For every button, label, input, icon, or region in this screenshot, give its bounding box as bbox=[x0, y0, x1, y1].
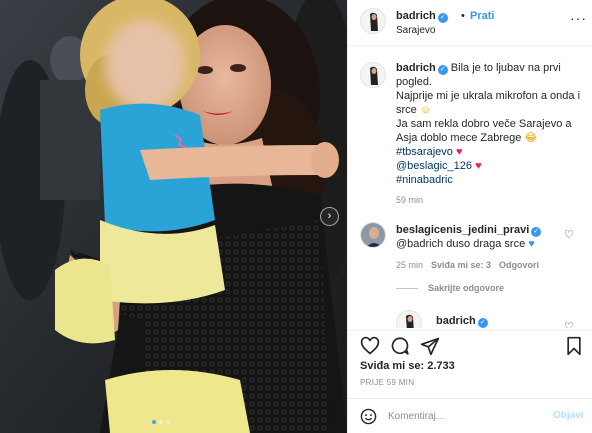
comment-username[interactable]: beslagicenis_jedini_pravi bbox=[396, 224, 529, 236]
verified-badge-icon: ✓ bbox=[437, 65, 448, 75]
action-bar bbox=[348, 330, 592, 360]
likes-count[interactable]: Sviđa mi se: 2.733 bbox=[360, 360, 455, 372]
caption-line: Ja sam rekla dobro veče Sarajevo a Asja … bbox=[396, 118, 572, 144]
photo-illustration bbox=[0, 0, 347, 433]
blue-heart-icon: ♥ bbox=[528, 238, 535, 250]
avatar[interactable] bbox=[360, 222, 386, 248]
carousel-dot bbox=[166, 420, 170, 424]
hide-replies-button[interactable]: Sakrijte odgovore bbox=[396, 283, 504, 293]
emoji-picker-icon[interactable] bbox=[360, 408, 377, 425]
bookmark-icon[interactable] bbox=[564, 336, 584, 356]
verified-badge-icon: ✓ bbox=[437, 13, 448, 23]
comment-meta: 25 min Sviđa mi se: 3 Odgovori bbox=[396, 260, 539, 270]
hashtag-link[interactable]: #ninabadric bbox=[396, 174, 453, 186]
heart-icon[interactable] bbox=[360, 336, 380, 356]
comment-timestamp[interactable]: 25 min bbox=[396, 260, 423, 270]
smile-emoji-icon: ☺ bbox=[419, 104, 432, 116]
carousel-dots bbox=[152, 420, 170, 424]
caption-timestamp[interactable]: 59 min bbox=[396, 195, 423, 205]
separator-dot: • bbox=[461, 10, 465, 22]
carousel-dot bbox=[159, 420, 163, 424]
location-link[interactable]: Sarajevo bbox=[396, 25, 435, 36]
hashtag-link[interactable]: #tbsarajevo bbox=[396, 146, 453, 158]
comment-like-icon[interactable]: ♡ bbox=[564, 320, 574, 328]
red-heart-icon: ♥ bbox=[455, 146, 463, 158]
caption-text: badrich ✓ Bila je to ljubav na prvi pogle… bbox=[396, 61, 586, 187]
laughing-emoji-icon: 😂 bbox=[524, 132, 538, 144]
comment-input[interactable] bbox=[388, 408, 548, 424]
caption-username[interactable]: badrich bbox=[396, 62, 436, 74]
comment-like-icon[interactable]: ♡ bbox=[564, 228, 574, 241]
share-icon[interactable] bbox=[420, 336, 440, 356]
avatar[interactable] bbox=[360, 62, 386, 88]
more-options-icon[interactable]: ··· bbox=[570, 10, 587, 26]
post-photo[interactable]: › bbox=[0, 0, 347, 433]
post-sidebar: badrich ✓ • Prati Sarajevo ··· badrich ✓ B… bbox=[347, 0, 592, 433]
comment-likes-count[interactable]: Sviđa mi se: 3 bbox=[431, 260, 491, 270]
author-username[interactable]: badrich ✓ bbox=[396, 10, 448, 23]
red-heart-icon: ♥ bbox=[475, 160, 482, 172]
post-date[interactable]: PRIJE 59 MIN bbox=[360, 378, 414, 387]
verified-badge-icon: ✓ bbox=[477, 318, 488, 328]
comment-content: @badrich duso draga srce bbox=[396, 238, 526, 250]
carousel-dot bbox=[152, 420, 156, 424]
post-comment-button[interactable]: Objavi bbox=[553, 410, 584, 421]
avatar[interactable] bbox=[360, 8, 386, 34]
mention-link[interactable]: @beslagic_126 bbox=[396, 160, 472, 172]
follow-button[interactable]: Prati bbox=[470, 10, 494, 22]
divider bbox=[396, 287, 418, 289]
verified-badge-icon: ✓ bbox=[531, 227, 542, 237]
avatar[interactable] bbox=[396, 310, 422, 328]
comment-icon[interactable] bbox=[390, 336, 410, 356]
post-header: badrich ✓ • Prati Sarajevo ··· bbox=[348, 0, 592, 46]
carousel-next-button[interactable]: › bbox=[320, 207, 339, 226]
reply-comment: badrich ✓ ♡ bbox=[348, 310, 592, 328]
add-comment-bar: Objavi bbox=[348, 398, 592, 433]
comment-text: beslagicenis_jedini_pravi ✓ @badrich duso… bbox=[396, 223, 561, 251]
reply-button[interactable]: Odgovori bbox=[499, 260, 539, 270]
reply-username[interactable]: badrich ✓ bbox=[436, 315, 488, 328]
